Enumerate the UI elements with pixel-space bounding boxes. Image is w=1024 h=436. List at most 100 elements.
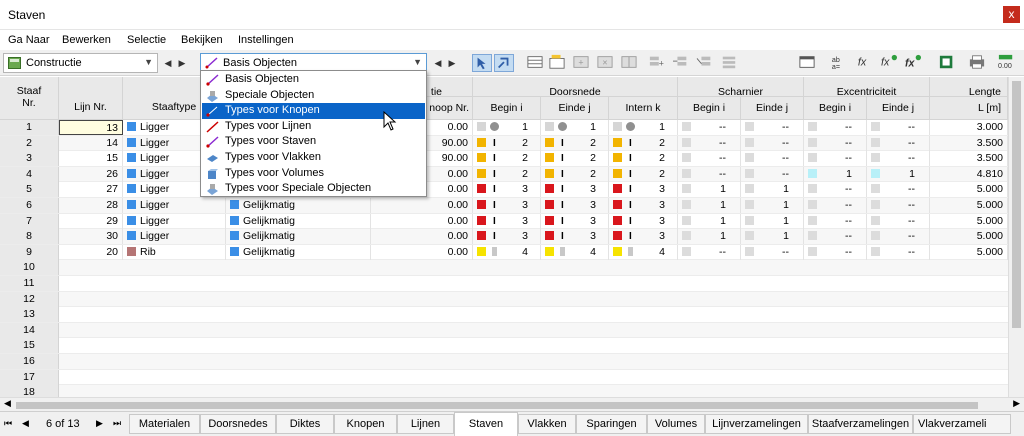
dropdown-item[interactable]: Types voor Speciale Objecten (202, 181, 425, 197)
row-number[interactable]: 17 (0, 369, 59, 385)
cross-section-cell[interactable]: I2 (609, 166, 678, 182)
prev-arrow-icon[interactable]: ◀ (162, 55, 174, 71)
header-cs-einde[interactable]: Einde j (541, 97, 609, 120)
row-number[interactable]: 7 (0, 213, 59, 229)
staaftype-cell[interactable]: Ligger (123, 198, 226, 213)
cross-section-cell[interactable]: I3 (541, 198, 609, 213)
header-lengte[interactable]: L [m] (930, 97, 1008, 120)
hinge-cell[interactable]: -- (741, 244, 804, 260)
fx-cond-icon[interactable]: fx (904, 54, 924, 72)
row-number[interactable]: 3 (0, 151, 59, 167)
menu-bekijken[interactable]: Bekijken (181, 34, 223, 46)
cross-section-cell[interactable]: I2 (541, 135, 609, 151)
hinge-cell[interactable]: 1 (678, 229, 741, 245)
select-arrow2-icon[interactable] (494, 54, 514, 72)
lengte-cell[interactable]: 3.500 (930, 151, 1008, 167)
lengte-cell[interactable]: 3.500 (930, 135, 1008, 151)
hinge-cell[interactable]: -- (678, 120, 741, 135)
eccentricity-cell[interactable]: -- (867, 198, 930, 213)
cross-section-cell[interactable]: 1 (541, 120, 609, 135)
cross-section-cell[interactable]: I2 (609, 151, 678, 167)
tab-lijnverzamelingen[interactable]: Lijnverzamelingen (705, 414, 808, 434)
positie-cell[interactable]: 0.00 (371, 198, 473, 213)
positie-cell[interactable]: 0.00 (371, 229, 473, 245)
lijn-nr-cell[interactable]: 27 (59, 182, 123, 198)
row-number[interactable]: 13 (0, 307, 59, 323)
eccentricity-cell[interactable]: -- (867, 229, 930, 245)
dropdown-item[interactable]: Types voor Volumes (202, 166, 425, 182)
row-number[interactable]: 4 (0, 166, 59, 182)
tab-diktes[interactable]: Diktes (276, 414, 334, 434)
lengte-cell[interactable]: 5.000 (930, 244, 1008, 260)
cross-section-cell[interactable]: I2 (473, 151, 541, 167)
table-row[interactable]: 5 27 Ligger 0.00 I 3 I 3 I 3 1 1 -- -- 5.000 (0, 182, 1008, 198)
fx-icon[interactable]: fx (856, 54, 876, 72)
dropdown-item[interactable]: Speciale Objecten (202, 88, 425, 104)
lijn-nr-cell[interactable]: 13 (59, 120, 123, 135)
print-icon[interactable] (968, 54, 988, 72)
hinge-cell[interactable]: 1 (741, 213, 804, 229)
table-row[interactable]: 18 (0, 385, 1008, 397)
verdeling-cell[interactable]: Gelijkmatig (226, 229, 371, 245)
verdeling-cell[interactable]: Gelijkmatig (226, 198, 371, 213)
header-lijn-nr[interactable]: Lijn Nr. (59, 77, 123, 120)
cross-section-cell[interactable]: I3 (609, 213, 678, 229)
eccentricity-cell[interactable]: -- (804, 120, 867, 135)
table-row[interactable]: 6 28 Ligger Gelijkmatig 0.00 I 3 I 3 I 3 1 1 -- -- 5.00… (0, 198, 1008, 214)
cross-section-cell[interactable]: 4 (473, 244, 541, 260)
eccentricity-cell[interactable]: -- (804, 135, 867, 151)
eccentricity-cell[interactable]: -- (867, 244, 930, 260)
staaftype-cell[interactable]: Ligger (123, 213, 226, 229)
table-row[interactable]: 7 29 Ligger Gelijkmatig 0.00 I 3 I 3 I 3 1 1 -- -- 5.00… (0, 213, 1008, 230)
sort-icon[interactable] (720, 54, 740, 72)
eccentricity-cell[interactable]: -- (804, 182, 867, 198)
cross-section-cell[interactable]: I2 (541, 151, 609, 167)
select-arrow-icon[interactable] (472, 54, 492, 72)
row-number[interactable]: 16 (0, 354, 59, 369)
cross-section-cell[interactable]: 4 (609, 244, 678, 260)
header-sch-einde[interactable]: Einde j (741, 97, 804, 120)
hinge-cell[interactable]: 1 (678, 182, 741, 198)
table-icon[interactable] (526, 54, 546, 72)
eccentricity-cell[interactable]: -- (867, 182, 930, 198)
tab-staven[interactable]: Staven (454, 412, 518, 436)
prev-arrow-icon[interactable]: ◀ (432, 55, 444, 71)
table-row[interactable]: 10 (0, 260, 1008, 276)
lijn-nr-cell[interactable]: 20 (59, 244, 123, 260)
tab-knopen[interactable]: Knopen (334, 414, 397, 434)
lijn-nr-cell[interactable]: 30 (59, 229, 123, 245)
header-cs-intern[interactable]: Intern k (609, 97, 678, 120)
table-row[interactable]: 17 (0, 369, 1008, 386)
lijn-nr-cell[interactable]: 29 (59, 213, 123, 229)
hinge-cell[interactable]: -- (741, 166, 804, 182)
cross-section-cell[interactable]: I3 (473, 182, 541, 198)
cross-section-cell[interactable]: I3 (473, 198, 541, 213)
row-number[interactable]: 1 (0, 120, 59, 135)
row-number[interactable]: 14 (0, 322, 59, 338)
dropdown-item[interactable]: Types voor Vlakken (202, 150, 425, 166)
cross-section-cell[interactable]: I2 (473, 166, 541, 182)
table-row[interactable]: 15 (0, 338, 1008, 354)
scroll-thumb[interactable] (1012, 81, 1021, 328)
last-sheet-icon[interactable]: ⏭ (113, 418, 121, 429)
menu-selectie[interactable]: Selectie (127, 34, 166, 46)
lijn-nr-cell[interactable]: 15 (59, 151, 123, 167)
delete-rows-icon[interactable] (672, 54, 692, 72)
row-number[interactable]: 15 (0, 338, 59, 354)
lengte-cell[interactable]: 4.810 (930, 166, 1008, 182)
verdeling-cell[interactable]: Gelijkmatig (226, 213, 371, 229)
row-number[interactable]: 12 (0, 291, 59, 307)
row-number[interactable]: 9 (0, 244, 59, 260)
cross-section-cell[interactable]: I3 (609, 182, 678, 198)
row-number[interactable]: 11 (0, 276, 59, 291)
table-row[interactable]: 14 (0, 322, 1008, 339)
navigator-combo[interactable]: Constructie ▼ (3, 53, 158, 73)
menu-instellingen[interactable]: Instellingen (238, 34, 294, 46)
staaftype-cell[interactable]: Ligger (123, 229, 226, 245)
horizontal-scrollbar[interactable]: ◀ ▶ (0, 397, 1024, 411)
hinge-cell[interactable]: -- (741, 135, 804, 151)
table-row[interactable]: 11 (0, 276, 1008, 292)
lijn-nr-cell[interactable]: 14 (59, 135, 123, 151)
units-icon[interactable]: 0.00 (997, 54, 1017, 72)
table-row[interactable]: 13 (0, 307, 1008, 323)
